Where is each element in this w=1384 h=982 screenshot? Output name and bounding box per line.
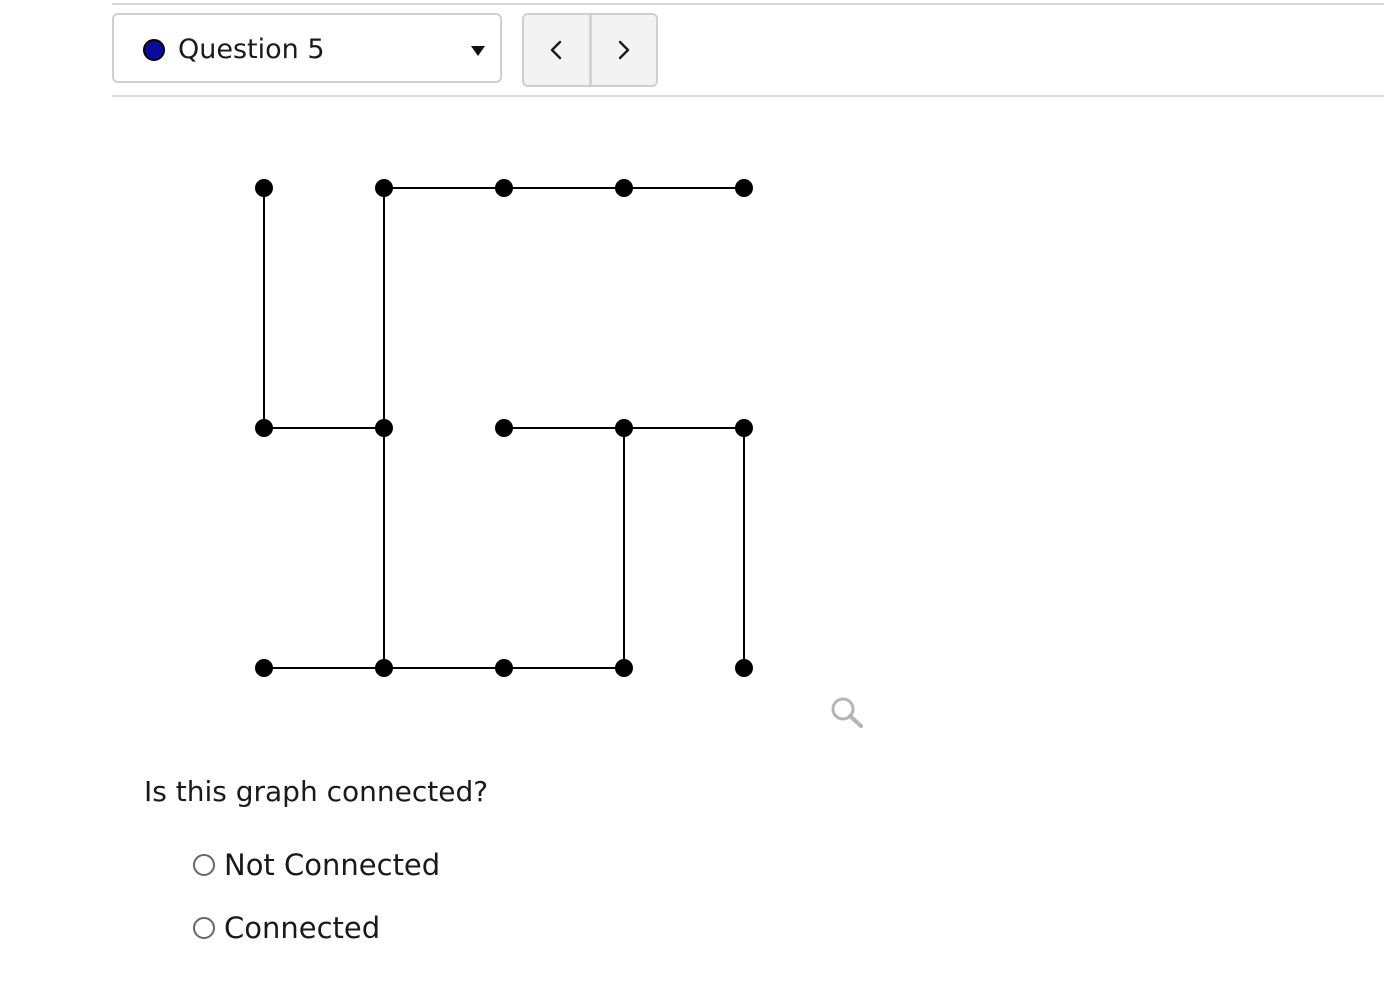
graph-vertex-r2c2 <box>495 659 513 677</box>
graph-vertex-r0c4 <box>735 179 753 197</box>
radio-not-connected[interactable] <box>193 854 215 876</box>
graph-vertex-r1c0 <box>255 419 273 437</box>
graph-vertex-r2c3 <box>615 659 633 677</box>
radio-connected[interactable] <box>193 917 215 939</box>
graph-vertex-r0c3 <box>615 179 633 197</box>
magnifier-icon[interactable] <box>828 695 868 731</box>
question-page: Question 5 Is this graph connected? Not … <box>0 0 1384 982</box>
graph-vertex-r0c0 <box>255 179 273 197</box>
option-label: Connected <box>224 911 381 945</box>
graph-vertex-r1c1 <box>375 419 393 437</box>
option-label: Not Connected <box>224 848 441 882</box>
graph-figure <box>255 179 753 677</box>
graph-vertex-r1c2 <box>495 419 513 437</box>
graph-vertex-r0c2 <box>495 179 513 197</box>
graph-vertex-r1c3 <box>615 419 633 437</box>
graph-vertex-r2c4 <box>735 659 753 677</box>
option-not-connected[interactable]: Not Connected <box>193 845 440 885</box>
graph-vertex-r2c0 <box>255 659 273 677</box>
option-connected[interactable]: Connected <box>193 908 380 948</box>
graph-vertex-r0c1 <box>375 179 393 197</box>
graph-vertex-r2c1 <box>375 659 393 677</box>
question-prompt: Is this graph connected? <box>144 775 489 808</box>
graph-vertex-r1c4 <box>735 419 753 437</box>
